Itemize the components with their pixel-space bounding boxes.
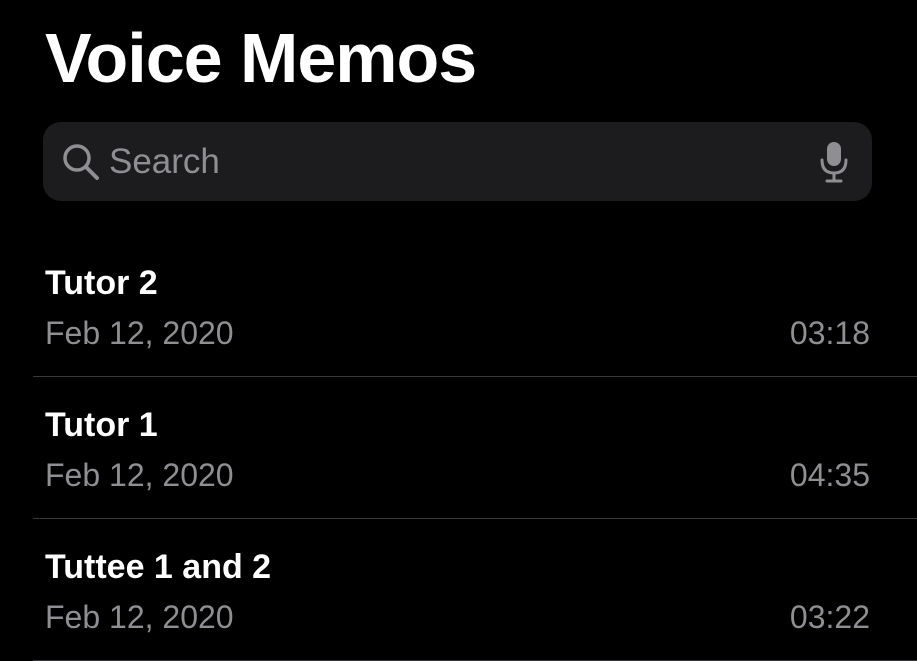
memo-date: Feb 12, 2020 bbox=[45, 457, 234, 493]
memo-list: Tutor 2 Feb 12, 2020 03:18 Tutor 1 Feb 1… bbox=[0, 235, 917, 661]
memo-duration: 03:18 bbox=[789, 315, 870, 351]
memo-title: Tuttee 1 and 2 bbox=[45, 548, 272, 586]
memo-title: Tutor 1 bbox=[45, 406, 158, 444]
memo-row[interactable]: Tuttee 1 and 2 Feb 12, 2020 03:22 bbox=[0, 519, 917, 661]
memo-duration: 04:35 bbox=[789, 457, 870, 493]
memo-title: Tutor 2 bbox=[45, 264, 158, 302]
microphone-icon[interactable] bbox=[818, 140, 850, 184]
search-input[interactable] bbox=[109, 122, 789, 201]
page-title: Voice Memos bbox=[45, 19, 477, 97]
magnifying-glass-icon bbox=[63, 144, 99, 180]
voice-memos-screen: Voice Memos Tutor 2 Feb 12, 2020 03:18 T… bbox=[0, 0, 917, 661]
memo-row[interactable]: Tutor 1 Feb 12, 2020 04:35 bbox=[0, 377, 917, 519]
memo-date: Feb 12, 2020 bbox=[45, 315, 234, 351]
memo-row[interactable]: Tutor 2 Feb 12, 2020 03:18 bbox=[0, 235, 917, 377]
memo-duration: 03:22 bbox=[789, 599, 870, 635]
search-bar[interactable] bbox=[43, 122, 872, 201]
memo-date: Feb 12, 2020 bbox=[45, 599, 234, 635]
